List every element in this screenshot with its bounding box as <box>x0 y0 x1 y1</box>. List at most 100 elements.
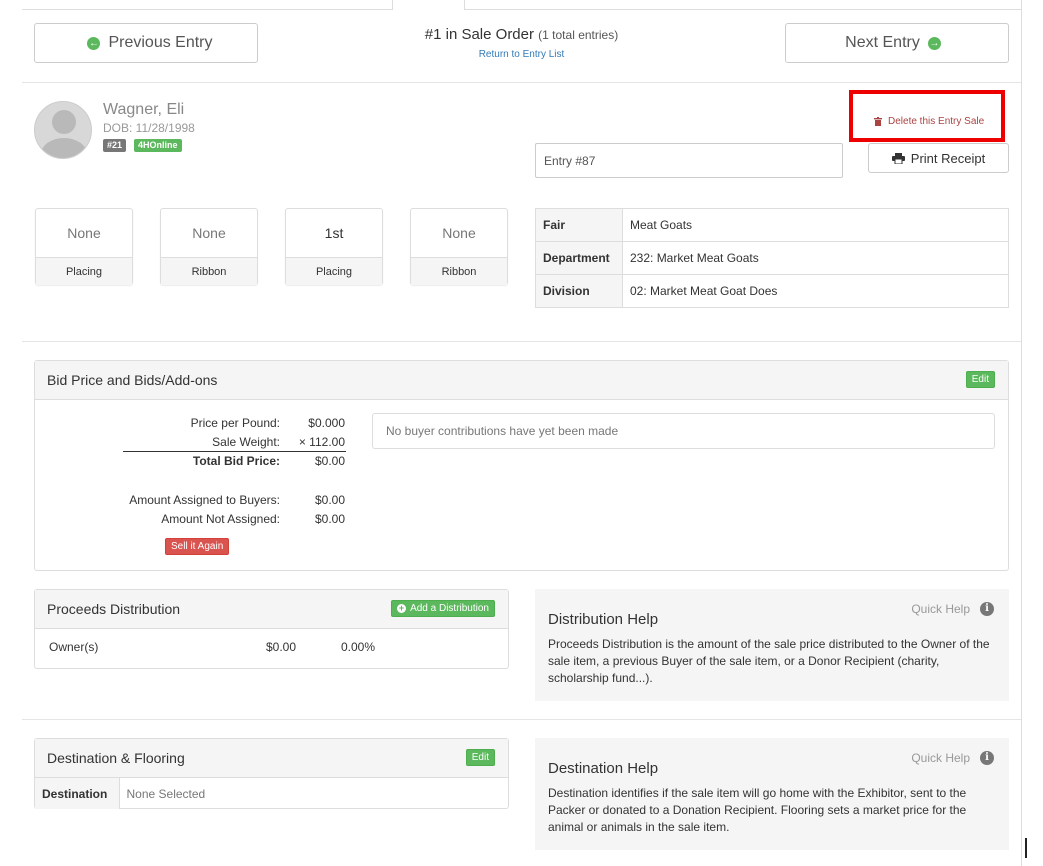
destination-key: Destination <box>35 778 120 809</box>
assigned-to-buyers-label: Amount Assigned to Buyers: <box>129 493 280 507</box>
divider <box>22 719 1021 720</box>
assigned-labels: Amount Assigned to Buyers: Amount Not As… <box>100 491 280 529</box>
divider <box>22 341 1021 342</box>
price-per-pound-value: $0.000 <box>308 416 345 430</box>
exhibitor-number-badge: #21 <box>103 139 127 152</box>
quick-help-label: Quick Help <box>911 602 970 616</box>
quick-help-link[interactable]: Quick Help i <box>911 751 994 765</box>
owner-label: Owner(s) <box>49 640 99 654</box>
table-row: Fair Meat Goats <box>535 208 1009 242</box>
assigned-values: $0.00 $0.00 <box>290 491 345 529</box>
add-distribution-button[interactable]: + Add a Distribution <box>391 600 495 617</box>
destination-help-box: Destination Help Quick Help i Destinatio… <box>535 738 1009 850</box>
text-cursor <box>1025 838 1027 858</box>
bid-values: $0.000 × 112.00 $0.00 <box>290 414 345 471</box>
return-to-entry-list-link[interactable]: Return to Entry List <box>360 49 683 60</box>
ribbon-value: None <box>192 225 226 241</box>
placing-value: None <box>67 225 101 241</box>
info-key: Division <box>535 274 623 308</box>
sell-it-again-button[interactable]: Sell it Again <box>165 538 230 555</box>
exhibitor-dob: DOB: 11/28/1998 <box>103 121 195 135</box>
next-entry-label: Next Entry <box>845 34 920 51</box>
ribbon-value: None <box>442 225 476 241</box>
proceeds-panel-header: Proceeds Distribution + Add a Distributi… <box>35 590 508 629</box>
distribution-help-text: Proceeds Distribution is the amount of t… <box>548 637 990 685</box>
total-bid-label: Total Bid Price: <box>192 454 280 468</box>
arrow-left-circle-icon: ← <box>87 36 101 50</box>
destination-panel-title: Destination & Flooring <box>47 750 185 766</box>
assigned-to-buyers-value: $0.00 <box>314 493 345 507</box>
destination-flooring-panel: Destination & Flooring Edit Destination … <box>34 738 509 809</box>
info-value: Meat Goats <box>622 208 1009 242</box>
table-row: Destination None Selected <box>35 778 508 809</box>
ribbon-box: None Ribbon <box>410 208 508 285</box>
not-assigned-value: $0.00 <box>314 512 345 526</box>
edit-destination-button[interactable]: Edit <box>465 749 495 766</box>
ribbon-label: Ribbon <box>161 257 257 285</box>
table-row: Owner(s) $0.00 0.00% <box>35 629 508 667</box>
info-key: Department <box>535 241 623 275</box>
placing-label: Placing <box>36 257 132 285</box>
table-row: Department 232: Market Meat Goats <box>535 241 1009 275</box>
plus-circle-icon: + <box>397 603 407 613</box>
proceeds-panel-title: Proceeds Distribution <box>47 601 181 617</box>
placing-box: 1st Placing <box>285 208 383 285</box>
source-badge: 4HOnline <box>134 139 182 152</box>
owner-amount: $0.00 <box>266 640 297 654</box>
total-bid-value: $0.00 <box>314 454 345 468</box>
ribbon-box: None Ribbon <box>160 208 258 285</box>
print-receipt-button[interactable]: Print Receipt <box>868 143 1009 173</box>
distribution-help-title: Distribution Help <box>548 611 659 628</box>
bid-panel-title: Bid Price and Bids/Add-ons <box>47 372 218 388</box>
info-value: 232: Market Meat Goats <box>622 241 1009 275</box>
sale-order-count: (1 total entries) <box>538 28 619 42</box>
delete-entry-sale-label: Delete this Entry Sale <box>888 116 985 127</box>
bid-panel-header: Bid Price and Bids/Add-ons Edit <box>35 361 1008 400</box>
info-icon: i <box>980 751 994 765</box>
total-rule <box>123 451 346 452</box>
top-tab-outline <box>22 0 393 10</box>
sale-order-position: #1 in Sale Order <box>424 26 534 43</box>
next-entry-button[interactable]: Next Entry → <box>785 23 1009 63</box>
printer-icon <box>891 152 905 164</box>
sale-order-title: #1 in Sale Order (1 total entries) <box>360 26 683 43</box>
trash-icon <box>874 117 882 126</box>
print-receipt-label: Print Receipt <box>910 150 986 166</box>
avatar <box>34 101 92 159</box>
buyer-contributions-box: No buyer contributions have yet been mad… <box>372 413 995 449</box>
destination-panel-header: Destination & Flooring Edit <box>35 739 508 778</box>
edit-bid-button[interactable]: Edit <box>965 371 995 388</box>
entry-info-table: Fair Meat Goats Department 232: Market M… <box>535 208 1009 308</box>
not-assigned-label: Amount Not Assigned: <box>161 512 280 526</box>
arrow-right-circle-icon: → <box>927 36 941 50</box>
placing-label: Placing <box>286 257 382 285</box>
delete-entry-sale-link[interactable]: Delete this Entry Sale <box>874 116 984 127</box>
info-icon: i <box>980 602 994 616</box>
page-right-border <box>1021 0 1022 866</box>
bid-labels: Price per Pound: Sale Weight: Total Bid … <box>100 414 280 471</box>
destination-value: None Selected <box>126 786 206 801</box>
quick-help-link[interactable]: Quick Help i <box>911 602 994 616</box>
add-distribution-label: Add a Distribution <box>410 603 489 614</box>
proceeds-distribution-panel: Proceeds Distribution + Add a Distributi… <box>34 589 509 669</box>
sale-weight-value: × 112.00 <box>298 435 345 449</box>
destination-help-text: Destination identifies if the sale item … <box>548 786 967 834</box>
previous-entry-button[interactable]: ← Previous Entry <box>34 23 258 63</box>
price-per-pound-label: Price per Pound: <box>190 416 280 430</box>
placing-value: 1st <box>324 225 344 241</box>
ribbon-label: Ribbon <box>411 257 507 285</box>
info-key: Fair <box>535 208 623 242</box>
top-tab-outline-right <box>464 0 1021 10</box>
destination-table: Destination None Selected <box>35 778 508 809</box>
quick-help-label: Quick Help <box>911 751 970 765</box>
entry-number-field[interactable]: Entry #87 <box>535 143 843 178</box>
previous-entry-label: Previous Entry <box>108 34 213 51</box>
distribution-help-box: Distribution Help Quick Help i Proceeds … <box>535 589 1009 701</box>
info-value: 02: Market Meat Goat Does <box>622 274 1009 308</box>
exhibitor-name[interactable]: Wagner, Eli <box>103 101 184 119</box>
placing-box: None Placing <box>35 208 133 285</box>
sale-weight-label: Sale Weight: <box>212 435 280 449</box>
divider <box>22 82 1021 83</box>
table-row: Division 02: Market Meat Goat Does <box>535 274 1009 308</box>
destination-help-title: Destination Help <box>548 760 659 777</box>
